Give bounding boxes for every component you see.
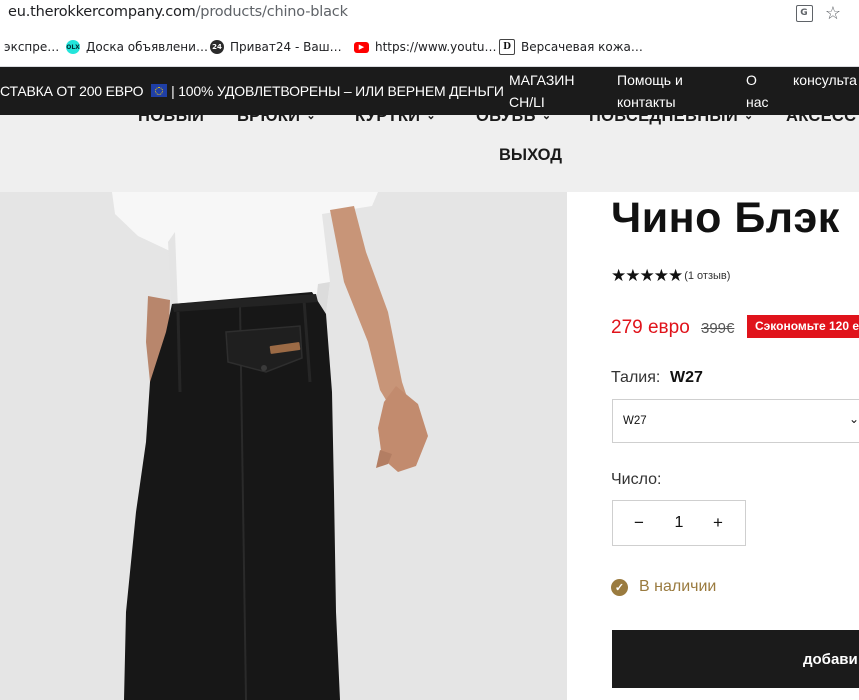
waist-label: Талия: <box>611 369 661 386</box>
chevron-down-icon: ⌄ <box>744 115 754 122</box>
chevron-down-icon: ⌄ <box>306 115 316 122</box>
bookmark-item[interactable]: D Версачевая кожа… <box>499 38 643 56</box>
promo-bar: СТАВКА ОТ 200 ЕВРО | 100% УДОВЛЕТВОРЕНЫ … <box>0 67 859 115</box>
bookmark-star-icon[interactable]: ☆ <box>823 3 843 23</box>
nav-item-shoes[interactable]: ОБУВЬ ⌄ <box>476 115 551 126</box>
url-host: eu.therokkercompany.com <box>8 4 196 20</box>
quantity-stepper: − 1 + <box>612 500 746 546</box>
add-to-cart-label: добави <box>803 651 858 668</box>
nav-item-casual[interactable]: ПОВСЕДНЕВНЫЙ ⌄ <box>589 115 754 126</box>
waist-selected-value: W27 <box>670 369 703 386</box>
translate-icon[interactable]: G <box>794 3 814 23</box>
chevron-down-icon: ⌄ <box>541 115 552 122</box>
about-link[interactable]: О нас <box>746 69 769 113</box>
chevron-down-icon: ⌄ <box>849 412 859 426</box>
address-bar[interactable]: eu.therokkercompany.com/products/chino-b… <box>0 0 859 28</box>
url-path: /products/chino-black <box>195 4 348 20</box>
bookmarks-bar: экспре… OLX Доска объявлени… 24 Приват24… <box>0 28 859 67</box>
url-text[interactable]: eu.therokkercompany.com/products/chino-b… <box>8 4 348 20</box>
discount-badge: Сэкономьте 120 е <box>747 315 859 338</box>
bookmark-item[interactable]: OLX Доска объявлени… <box>66 38 208 56</box>
quantity-increase-button[interactable]: + <box>708 513 728 533</box>
product-old-price: 399€ <box>701 320 735 337</box>
bookmark-item[interactable]: 24 Приват24 - Ваш… <box>210 38 342 56</box>
product-price: 279 евро <box>611 317 690 338</box>
consultation-link[interactable]: консульта <box>793 69 857 91</box>
bookmark-item[interactable]: экспре… <box>4 38 59 56</box>
checkmark-icon: ✓ <box>611 578 628 596</box>
nav-item-jackets[interactable]: КУРТКИ ⌄ <box>355 115 436 126</box>
product-rating[interactable]: ★★★★★ (1 отзыв) <box>611 266 730 286</box>
quantity-input[interactable]: 1 <box>669 514 689 532</box>
waist-select-value: W27 <box>623 415 647 427</box>
rating-stars-icon: ★★★★★ <box>611 266 683 285</box>
chevron-down-icon: ⌄ <box>426 115 436 122</box>
logout-link[interactable]: ВЫХОД <box>499 146 562 165</box>
bookmark-label: Доска объявлени… <box>86 40 208 54</box>
bookmark-label: Версачевая кожа… <box>521 40 643 54</box>
quantity-label: Число: <box>611 471 662 488</box>
nav-item-trousers[interactable]: БРЮКИ ⌄ <box>237 115 316 126</box>
youtube-icon: ▶ <box>354 41 369 53</box>
bookmark-label: https://www.youtu… <box>375 40 497 54</box>
reviews-count: (1 отзыв) <box>684 270 731 282</box>
quantity-decrease-button[interactable]: − <box>629 513 649 533</box>
privat24-icon: 24 <box>210 40 224 54</box>
site-favicon-icon: D <box>499 39 515 55</box>
stock-status: ✓ В наличии <box>611 578 716 596</box>
product-photo-illustration <box>0 192 567 700</box>
waist-select[interactable]: W27 ⌄ <box>612 399 859 443</box>
promo-text: СТАВКА ОТ 200 ЕВРО | 100% УДОВЛЕТВОРЕНЫ … <box>0 83 504 99</box>
nav-item-new[interactable]: НОВЫЙ <box>138 115 204 126</box>
add-to-cart-button[interactable]: добави <box>612 630 859 688</box>
olx-icon: OLX <box>66 40 80 54</box>
nav-item-accessories[interactable]: АКСЕСС <box>786 115 856 126</box>
product-image[interactable] <box>0 192 567 700</box>
product-title: Чино Блэк <box>611 194 840 242</box>
bookmark-label: Приват24 - Ваш… <box>230 40 342 54</box>
bookmark-label: экспре… <box>4 40 60 54</box>
main-navigation: НОВЫЙ БРЮКИ ⌄ КУРТКИ ⌄ ОБУВЬ ⌄ ПОВСЕДНЕВНЫЙ… <box>0 115 859 192</box>
help-contacts-link[interactable]: Помощь и контакты <box>617 69 683 113</box>
store-link[interactable]: МАГАЗИН CH/LI <box>509 69 574 113</box>
bookmark-item[interactable]: ▶ https://www.youtu… <box>354 38 497 56</box>
eu-flag-icon <box>151 84 168 97</box>
stock-text: В наличии <box>639 578 717 595</box>
